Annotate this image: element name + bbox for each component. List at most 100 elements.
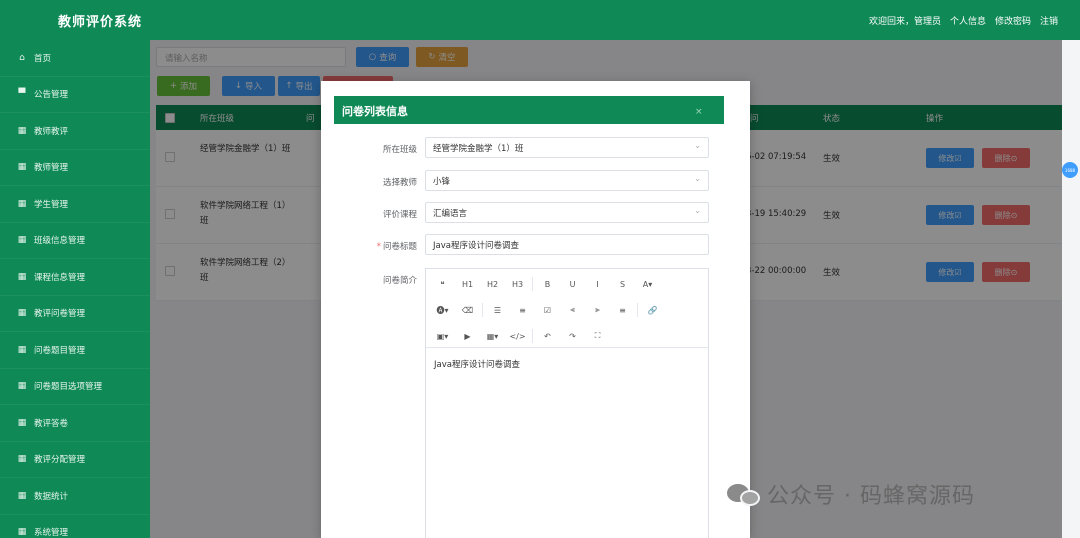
editor-tool-icon[interactable]: ⫷ bbox=[560, 305, 585, 315]
sidebar-item[interactable]: ▦ 教评答卷 bbox=[0, 405, 150, 442]
sidebar-item[interactable]: ▦ 问卷题目管理 bbox=[0, 332, 150, 369]
toolbar-separator bbox=[637, 303, 638, 317]
editor-tool-icon[interactable]: ⫸ bbox=[585, 305, 610, 315]
toolbar-separator bbox=[532, 277, 533, 291]
grid-icon: ▦ bbox=[17, 235, 27, 246]
grid-icon: ▦ bbox=[17, 454, 27, 465]
watermark-text: 公众号 · 码蜂窝源码 bbox=[767, 484, 975, 509]
grid-icon: ▦ bbox=[17, 125, 27, 136]
sidebar-item-label: 教评分配管理 bbox=[34, 455, 86, 466]
grid-icon: ▦ bbox=[17, 271, 27, 282]
chevron-down-icon: ⌄ bbox=[694, 206, 701, 215]
sidebar-item-label: 教评问卷管理 bbox=[34, 309, 86, 320]
sidebar-item-label: 学生管理 bbox=[34, 199, 69, 210]
top-links: 欢迎回来，管理员 个人信息 修改密码 注销 bbox=[869, 14, 1058, 27]
editor-tool-icon[interactable]: ▣▾ bbox=[430, 332, 455, 341]
sidebar-item-label: 教评答卷 bbox=[34, 418, 69, 429]
profile-link[interactable]: 个人信息 bbox=[950, 14, 986, 27]
course-select-value: 汇编语言 bbox=[433, 209, 468, 219]
course-label: 评价课程 bbox=[382, 210, 417, 220]
editor-tool-icon[interactable]: ↶ bbox=[535, 332, 560, 341]
toolbar-separator bbox=[532, 329, 533, 343]
sidebar-item[interactable]: ▦ 系统管理 bbox=[0, 515, 150, 538]
class-label: 所在班级 bbox=[382, 145, 417, 155]
sidebar-item-label: 公告管理 bbox=[34, 90, 69, 101]
teacher-label: 选择教师 bbox=[382, 178, 417, 188]
sidebar-item[interactable]: ▦ 数据统计 bbox=[0, 478, 150, 515]
editor-tool-icon[interactable]: H1 bbox=[455, 280, 480, 289]
sidebar-item[interactable]: ▦ 问卷题目选项管理 bbox=[0, 369, 150, 405]
sidebar-item[interactable]: ⌂ 首页 bbox=[0, 40, 150, 77]
sidebar-item[interactable]: ▦ 教师管理 bbox=[0, 150, 150, 186]
teacher-select[interactable]: 小锋 ⌄ bbox=[425, 170, 709, 191]
editor-tool-icon[interactable]: ❝ bbox=[430, 280, 455, 289]
title-label-text: 问卷标题 bbox=[382, 242, 417, 252]
class-select-value: 经管学院金融学（1）班 bbox=[433, 144, 524, 154]
editor-tool-icon[interactable]: B bbox=[535, 280, 560, 289]
survey-dialog: 问卷列表信息 × 所在班级 经管学院金融学（1）班 ⌄ 选择教师 小锋 ⌄ 评价… bbox=[321, 81, 750, 538]
sidebar: ⌂ 首页 ▀ 公告管理 ▦ 教师教评 ▦ 教师管理 ▦ 学生管理 ▦ 班级信息管理 ▦ 课程信息管理 ▦ 教评… bbox=[0, 40, 150, 538]
editor-tool-icon[interactable]: H2 bbox=[480, 280, 505, 289]
editor-tool-icon[interactable]: ▶ bbox=[455, 332, 480, 341]
sidebar-item[interactable]: ▦ 学生管理 bbox=[0, 186, 150, 223]
sidebar-item-label: 教师教评 bbox=[34, 126, 69, 137]
title-label: * 问卷标题 bbox=[321, 240, 417, 252]
sidebar-item[interactable]: ▦ 班级信息管理 bbox=[0, 223, 150, 259]
sidebar-item-label: 系统管理 bbox=[34, 528, 69, 538]
top-header: 教师评价系统 欢迎回来，管理员 个人信息 修改密码 注销 bbox=[0, 0, 1080, 40]
editor-tool-icon[interactable]: ↷ bbox=[560, 332, 585, 341]
home-icon: ⌂ bbox=[19, 52, 25, 63]
teacher-select-value: 小锋 bbox=[433, 177, 451, 187]
editor-tool-icon[interactable]: ☑ bbox=[535, 306, 560, 315]
grid-icon: ▦ bbox=[17, 381, 27, 392]
welcome-text: 欢迎回来，管理员 bbox=[868, 17, 941, 27]
sidebar-item[interactable]: ▦ 教评分配管理 bbox=[0, 442, 150, 478]
toolbar-separator bbox=[482, 303, 483, 317]
intro-label: 问卷简介 bbox=[382, 276, 417, 286]
editor-tool-icon[interactable]: S bbox=[610, 280, 635, 289]
editor-tool-icon[interactable]: A▾ bbox=[635, 280, 660, 289]
grid-icon: ▦ bbox=[17, 308, 27, 319]
sidebar-item[interactable]: ▀ 公告管理 bbox=[0, 77, 150, 113]
notice-icon: ▀ bbox=[18, 89, 26, 100]
editor-content[interactable]: Java程序设计问卷调查 bbox=[426, 348, 708, 380]
required-mark: * bbox=[376, 242, 381, 252]
sidebar-item[interactable]: ▦ 教师教评 bbox=[0, 113, 150, 150]
dialog-title: 问卷列表信息 bbox=[334, 96, 724, 124]
change-password-link[interactable]: 修改密码 bbox=[995, 14, 1031, 27]
sidebar-item[interactable]: ▦ 教评问卷管理 bbox=[0, 296, 150, 332]
editor-tool-icon[interactable]: ▦▾ bbox=[480, 332, 505, 341]
editor-tool-icon[interactable]: ⛶ bbox=[585, 331, 610, 341]
editor-tool-icon[interactable]: 🅐▾ bbox=[430, 305, 455, 316]
course-select[interactable]: 汇编语言 ⌄ bbox=[425, 202, 709, 223]
grid-icon: ▦ bbox=[17, 198, 27, 209]
logout-link[interactable]: 注销 bbox=[1040, 14, 1058, 27]
grid-icon: ▦ bbox=[17, 162, 27, 173]
grid-icon: ▦ bbox=[17, 490, 27, 501]
editor-tool-icon[interactable]: ≡ bbox=[510, 306, 535, 315]
editor-tool-icon[interactable]: ☰ bbox=[485, 306, 510, 315]
title-input[interactable]: Java程序设计问卷调查 bbox=[425, 234, 709, 255]
sidebar-item-label: 课程信息管理 bbox=[34, 272, 86, 283]
side-badge[interactable]: 1688 bbox=[1062, 162, 1078, 178]
editor-tool-icon[interactable]: I bbox=[585, 280, 610, 289]
editor-tool-icon[interactable]: U bbox=[560, 280, 585, 289]
editor-tool-icon[interactable]: ≡ bbox=[610, 306, 635, 315]
grid-icon: ▦ bbox=[17, 344, 27, 355]
grid-icon: ▦ bbox=[17, 527, 27, 538]
close-icon[interactable]: × bbox=[695, 107, 703, 117]
chevron-down-icon: ⌄ bbox=[694, 141, 701, 150]
editor-tool-icon[interactable]: </> bbox=[505, 332, 530, 341]
wechat-icon bbox=[727, 480, 761, 508]
sidebar-item-label: 数据统计 bbox=[34, 491, 69, 502]
sidebar-item[interactable]: ▦ 课程信息管理 bbox=[0, 259, 150, 296]
editor-tool-icon[interactable]: 🔗 bbox=[640, 306, 665, 315]
sidebar-item-label: 首页 bbox=[34, 53, 52, 64]
editor-tool-icon[interactable]: H3 bbox=[505, 280, 530, 289]
editor-tool-icon[interactable]: ⌫ bbox=[455, 306, 480, 315]
editor-toolbar: ❝ H1 H2 H3 B U I S A▾ 🅐▾ ⌫ ☰ ≡ ☑ ⫷ ⫸ ≡ 🔗 ▣▾ ▶ ▦▾ </> ↶ ↷ ⛶ bbox=[426, 269, 708, 348]
grid-icon: ▦ bbox=[17, 417, 27, 428]
watermark: 公众号 · 码蜂窝源码 bbox=[727, 478, 975, 510]
rich-text-editor: ❝ H1 H2 H3 B U I S A▾ 🅐▾ ⌫ ☰ ≡ ☑ ⫷ ⫸ ≡ 🔗 ▣▾ ▶ ▦▾ </> ↶ ↷ ⛶ Jav… bbox=[425, 268, 709, 538]
class-select[interactable]: 经管学院金融学（1）班 ⌄ bbox=[425, 137, 709, 158]
